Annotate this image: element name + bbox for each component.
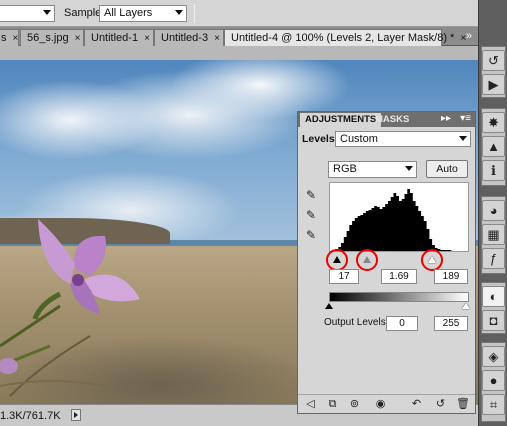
canvas-background (0, 46, 478, 60)
color-icon[interactable]: ◕ (482, 200, 505, 221)
chevron-down-icon (43, 10, 51, 15)
black-output-handle[interactable] (325, 303, 333, 309)
collapse-panel-icon[interactable]: ▸▸ (441, 113, 451, 124)
options-bar: Sample: All Layers (0, 0, 478, 27)
paths-icon[interactable]: ⌗ (482, 394, 505, 415)
tab-label: 56_s.jpg (27, 32, 69, 44)
tab-document-untitled-4[interactable]: Untitled-4 @ 100% (Levels 2, Layer Mask/… (224, 29, 466, 47)
swatches-icon[interactable]: ▦ (482, 224, 505, 245)
tab-label: s (1, 32, 7, 44)
black-input-handle[interactable] (333, 256, 341, 263)
adjustments-icon[interactable]: ◐ (482, 286, 505, 307)
tab-document-untitled-3[interactable]: Untitled-3 × (154, 29, 224, 46)
info-icon[interactable]: ℹ (482, 160, 505, 181)
document-size-readout: 1.3K/761.7K (0, 410, 61, 422)
close-icon[interactable]: × (144, 33, 150, 44)
more-tabs-icon[interactable]: » (466, 30, 472, 42)
sample-select-value: All Layers (104, 7, 153, 19)
preset-select[interactable]: Custom (335, 131, 471, 147)
chevron-down-icon (175, 10, 183, 15)
gamma-input-handle[interactable] (363, 256, 371, 263)
layers-icon[interactable]: ◈ (482, 346, 505, 367)
visibility-eye-icon[interactable]: ◉ (374, 398, 387, 411)
panel-menu-icon[interactable]: ▾≡ (460, 113, 471, 124)
white-point-eyedropper-icon[interactable]: ✎ (306, 228, 322, 244)
delete-trash-icon[interactable]: 🗑 (456, 398, 470, 411)
output-gradient-bar (329, 292, 469, 302)
divider (194, 4, 195, 23)
styles-icon[interactable]: ƒ (482, 248, 505, 269)
close-icon[interactable]: × (13, 33, 19, 44)
sample-select[interactable]: All Layers (99, 5, 187, 22)
history-icon[interactable]: ↺ (482, 50, 505, 71)
gray-point-eyedropper-icon[interactable]: ✎ (306, 208, 322, 224)
output-levels-label: Output Levels: (324, 317, 389, 328)
channels-icon[interactable]: ● (482, 370, 505, 391)
navigator-icon[interactable]: ✸ (482, 112, 505, 133)
input-levels-slider[interactable] (326, 249, 469, 271)
levels-histogram (329, 182, 469, 252)
white-input-handle[interactable] (428, 256, 436, 263)
white-output-handle[interactable] (462, 303, 470, 309)
return-to-list-icon[interactable]: ◁ (304, 398, 317, 411)
masks-icon[interactable]: ◘ (482, 310, 505, 331)
channel-select-value: RGB (333, 163, 357, 175)
levels-label: Levels (302, 133, 335, 145)
panel-dock: ↺ ▶ ✸ ▲ ℹ ◕ ▦ ƒ ◐ ◘ ◈ ● ⌗ (478, 0, 507, 426)
output-white-field[interactable]: 255 (434, 316, 468, 331)
histogram-icon[interactable]: ▲ (482, 136, 505, 157)
photo-flower (32, 219, 140, 320)
actions-icon[interactable]: ▶ (482, 74, 505, 95)
chevron-down-icon (459, 136, 467, 141)
tab-label: Untitled-3 (161, 32, 209, 44)
tab-document-untitled-1[interactable]: Untitled-1 × (84, 29, 154, 46)
chevron-down-icon (405, 166, 413, 171)
channel-select[interactable]: RGB (328, 161, 417, 178)
previous-state-icon[interactable]: ↶ (410, 398, 423, 411)
close-icon[interactable]: × (214, 33, 220, 44)
input-black-field[interactable]: 17 (329, 269, 359, 284)
histogram-shape (330, 189, 468, 251)
tab-masks[interactable]: MASKS (370, 113, 414, 127)
tab-document-56s[interactable]: 56_s.jpg × (20, 29, 84, 46)
histogram-graph (330, 189, 468, 251)
expanded-view-icon[interactable]: ⧉ (326, 398, 339, 411)
black-point-eyedropper-icon[interactable]: ✎ (306, 188, 322, 204)
input-white-field[interactable]: 189 (434, 269, 468, 284)
panel-footer: ◁ ⧉ ⊚ ◉ ↶ ↺ 🗑 (298, 394, 475, 413)
tab-label: Untitled-4 @ 100% (Levels 2, Layer Mask/… (231, 32, 455, 44)
reset-icon[interactable]: ↺ (434, 398, 447, 411)
input-gamma-field[interactable]: 1.69 (381, 269, 417, 284)
output-black-field[interactable]: 0 (386, 316, 418, 331)
status-menu-button[interactable] (71, 409, 81, 421)
document-tab-bar: s × 56_s.jpg × Untitled-1 × Untitled-3 × Unt… (0, 27, 478, 47)
tab-label: Untitled-1 (91, 32, 139, 44)
adjustments-panel: ADJUSTMENTS MASKS ▸▸ ▾≡ Levels Custom ✎ … (297, 111, 476, 414)
panel-tab-strip: ADJUSTMENTS MASKS ▸▸ ▾≡ (298, 112, 475, 127)
tool-option-select[interactable] (0, 5, 55, 22)
close-icon[interactable]: × (75, 33, 81, 44)
tab-document-s[interactable]: s × (0, 29, 19, 46)
auto-button[interactable]: Auto (426, 160, 468, 178)
clip-to-layer-icon[interactable]: ⊚ (348, 398, 361, 411)
preset-select-value: Custom (340, 133, 378, 145)
